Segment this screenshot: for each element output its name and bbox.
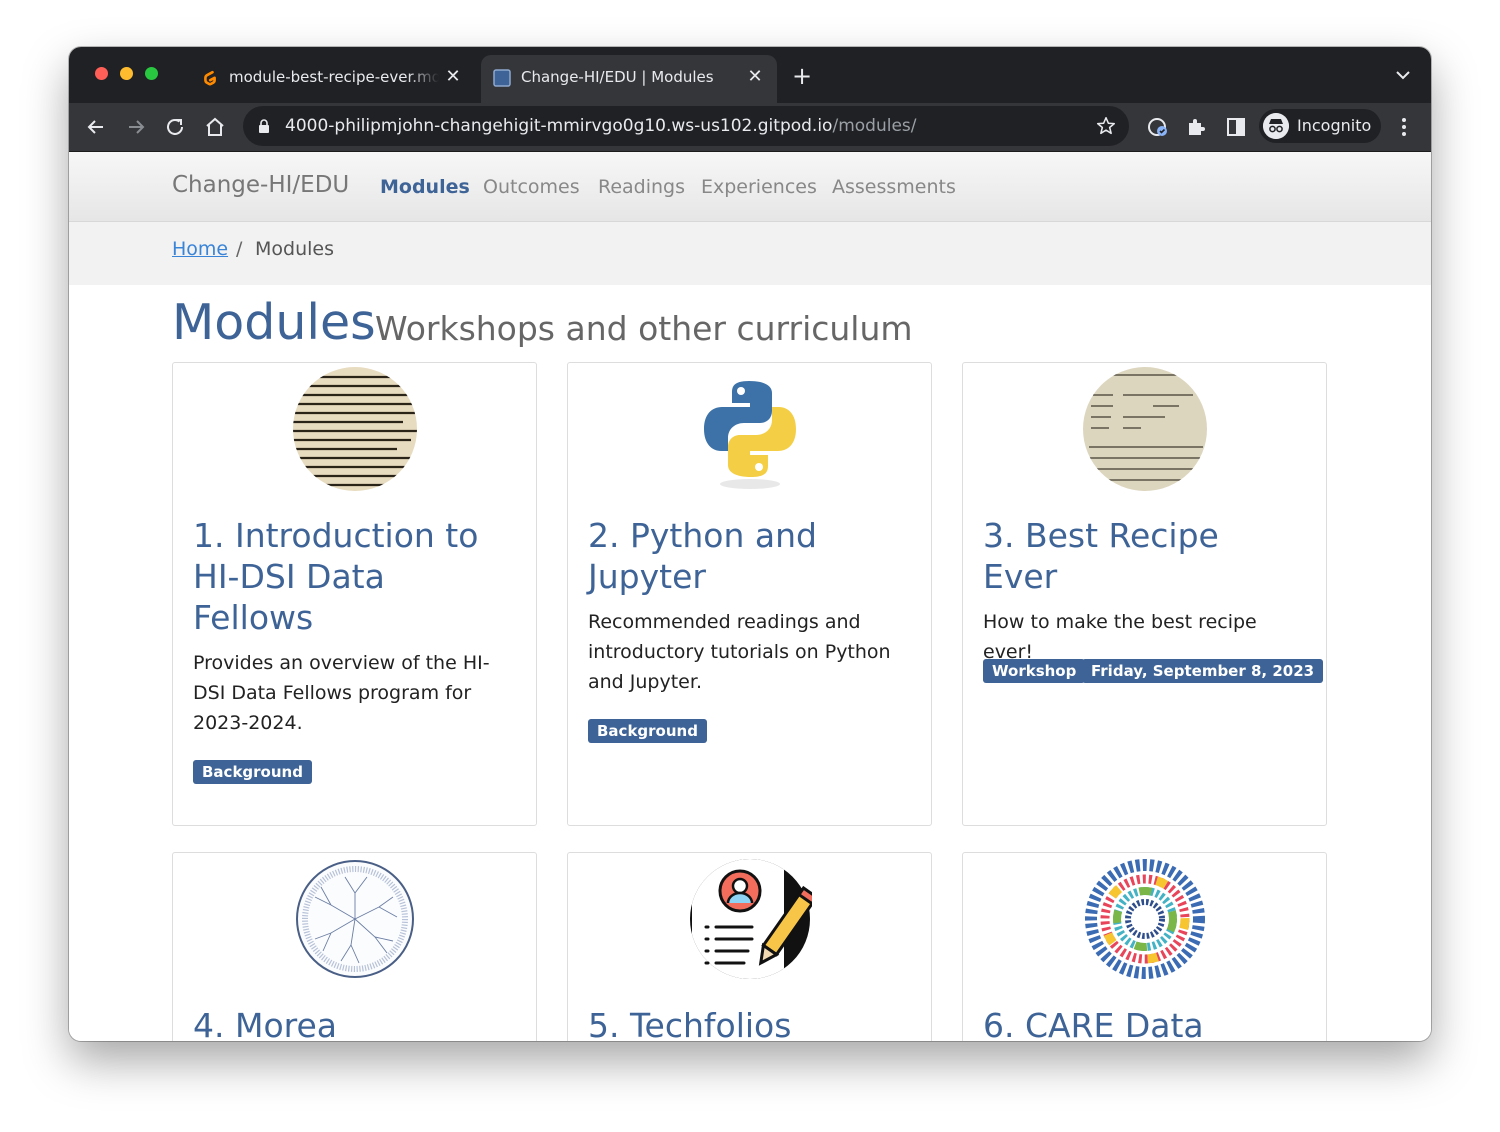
- module-card-3[interactable]: 3. Best Recipe Ever How to make the best…: [962, 362, 1327, 826]
- module-date-badge: Friday, September 8, 2023: [1082, 659, 1324, 683]
- nav-link-assessments[interactable]: Assessments: [832, 176, 956, 198]
- forward-arrow-icon[interactable]: [124, 115, 148, 139]
- close-tab-icon[interactable]: ✕: [745, 67, 765, 87]
- module-card-title[interactable]: 1. Introduction to HI-DSI Data Fellows: [193, 515, 513, 638]
- module-card-title[interactable]: 3. Best Recipe Ever: [983, 515, 1303, 597]
- portfolio-writing-icon: [690, 859, 812, 979]
- tab-title: module-best-recipe-ever.md -: [229, 68, 439, 86]
- new-tab-button[interactable]: +: [789, 63, 815, 89]
- tab-strip: module-best-recipe-ever.md - ✕ Change-HI…: [69, 47, 1431, 103]
- module-badge: Workshop: [983, 659, 1086, 683]
- radial-bars-image: [1085, 859, 1205, 979]
- more-menu-icon[interactable]: [1392, 115, 1416, 139]
- browser-window: module-best-recipe-ever.md - ✕ Change-HI…: [69, 47, 1431, 1041]
- url-path: /modules/: [832, 116, 917, 136]
- module-card-title[interactable]: 5. Techfolios: [588, 1005, 908, 1041]
- python-logo-icon: [704, 381, 796, 489]
- module-card-title[interactable]: 6. CARE Data: [983, 1005, 1303, 1041]
- nav-link-outcomes[interactable]: Outcomes: [483, 176, 580, 198]
- side-panel-icon[interactable]: [1224, 115, 1248, 139]
- address-bar[interactable]: 4000-philipmjohn-changehigit-mmirvgo0g10…: [243, 106, 1129, 146]
- browser-tab-2[interactable]: Change-HI/EDU | Modules ✕: [481, 55, 777, 103]
- chevron-down-icon[interactable]: [1393, 65, 1413, 85]
- puzzle-icon[interactable]: [1184, 115, 1208, 139]
- module-card-description: How to make the best recipe ever!: [983, 611, 1257, 663]
- browser-toolbar: 4000-philipmjohn-changehigit-mmirvgo0g10…: [69, 103, 1431, 152]
- site-square-icon: [493, 69, 511, 87]
- nav-link-experiences[interactable]: Experiences: [701, 176, 817, 198]
- nav-link-modules[interactable]: Modules: [380, 176, 470, 198]
- gitpod-logo-icon: [204, 70, 216, 86]
- module-card-title[interactable]: 2. Python and Jupyter: [588, 515, 908, 597]
- recipe-card-image: [1083, 367, 1207, 491]
- maximize-window-button[interactable]: [145, 67, 158, 80]
- breadcrumb-separator: /: [236, 238, 243, 260]
- module-card-1[interactable]: 1. Introduction to HI-DSI Data Fellows P…: [172, 362, 537, 826]
- browser-tab-1[interactable]: module-best-recipe-ever.md - ✕: [189, 55, 475, 103]
- module-card-5[interactable]: 5. Techfolios: [567, 852, 932, 1041]
- module-card-4[interactable]: 4. Morea: [172, 852, 537, 1041]
- profile-label: Incognito: [1297, 116, 1372, 135]
- module-badge: Background: [193, 760, 312, 784]
- dictionary-page-image: [293, 367, 417, 491]
- reload-icon[interactable]: [163, 115, 187, 139]
- home-icon[interactable]: [203, 115, 227, 139]
- minimize-window-button[interactable]: [120, 67, 133, 80]
- breadcrumb-home-link[interactable]: Home: [172, 238, 228, 260]
- incognito-profile-button[interactable]: Incognito: [1259, 109, 1381, 143]
- page-subtitle: Workshops and other curriculum: [375, 309, 913, 348]
- bookmark-star-icon[interactable]: [1095, 115, 1117, 137]
- close-window-button[interactable]: [95, 67, 108, 80]
- incognito-icon: [1263, 113, 1289, 139]
- url-text: 4000-philipmjohn-changehigit-mmirvgo0g10…: [285, 116, 917, 136]
- breadcrumb-current: Modules: [255, 238, 334, 260]
- module-card-description: Recommended readings and introductory tu…: [588, 611, 891, 693]
- close-tab-icon[interactable]: ✕: [443, 67, 463, 87]
- module-card-2[interactable]: 2. Python and Jupyter Recommended readin…: [567, 362, 932, 826]
- extension-icon[interactable]: [1146, 115, 1170, 139]
- breadcrumb: Home / Modules: [69, 222, 1431, 285]
- site-navbar: Change-HI/EDU Modules Outcomes Readings …: [69, 152, 1431, 222]
- module-card-title[interactable]: 4. Morea: [193, 1005, 513, 1041]
- module-badge: Background: [588, 719, 707, 743]
- module-card-description: Provides an overview of the HI-DSI Data …: [193, 652, 490, 734]
- module-card-6[interactable]: 6. CARE Data: [962, 852, 1327, 1041]
- url-host: 4000-philipmjohn-changehigit-mmirvgo0g10…: [285, 116, 833, 136]
- back-arrow-icon[interactable]: [84, 115, 108, 139]
- radial-tree-image: [296, 860, 414, 978]
- page-title: Modules: [172, 294, 376, 351]
- web-page: Change-HI/EDU Modules Outcomes Readings …: [69, 152, 1431, 1041]
- lock-icon[interactable]: [257, 118, 271, 134]
- site-brand[interactable]: Change-HI/EDU: [172, 172, 349, 198]
- tab-title: Change-HI/EDU | Modules: [521, 68, 714, 86]
- nav-link-readings[interactable]: Readings: [598, 176, 685, 198]
